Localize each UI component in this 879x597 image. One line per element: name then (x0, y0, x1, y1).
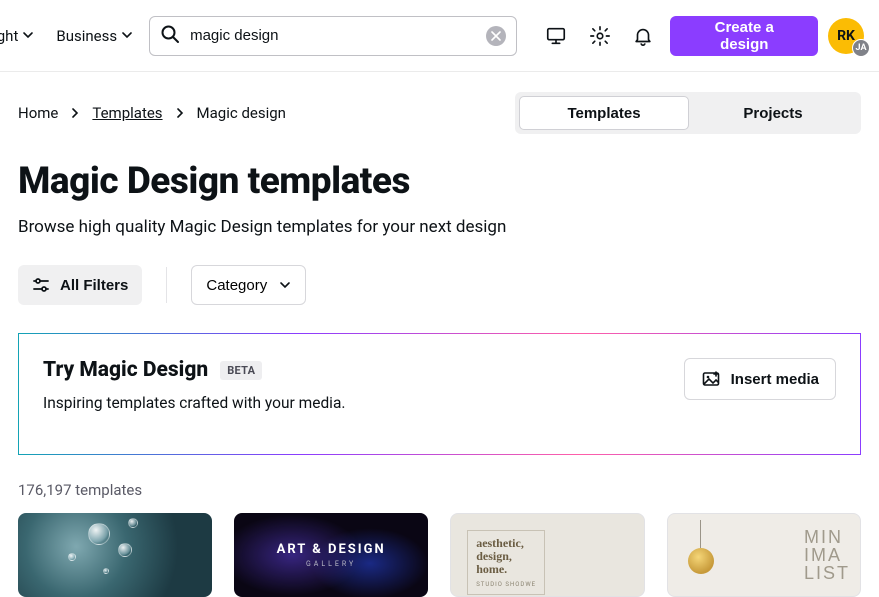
breadcrumb: Home Templates Magic design (18, 104, 286, 122)
search-icon (160, 24, 180, 48)
page-title: Magic Design templates (18, 160, 861, 203)
card-subtitle: GALLERY (277, 560, 386, 568)
category-dropdown[interactable]: Category (191, 265, 306, 305)
card-subtitle: STUDIO SHODWE (476, 581, 536, 588)
chevron-right-icon (175, 108, 185, 118)
search-box[interactable] (149, 16, 517, 56)
desktop-icon (545, 25, 567, 47)
card-line: LIST (804, 564, 850, 582)
insert-media-label: Insert media (731, 371, 819, 388)
chevron-down-icon (22, 27, 34, 45)
template-grid: ART & DESIGN GALLERY aesthetic, design, … (18, 513, 861, 597)
avatar-initials: RK (837, 28, 855, 44)
card-text: MIN IMA LIST (804, 528, 850, 582)
desktop-icon-button[interactable] (539, 19, 573, 53)
chevron-down-icon (279, 279, 291, 291)
chevron-down-icon (121, 27, 133, 45)
bell-icon (632, 25, 654, 47)
account-menu[interactable]: RK JA (828, 18, 864, 54)
close-icon (491, 31, 501, 41)
settings-button[interactable] (583, 19, 617, 53)
magic-design-card: Try Magic Design BETA Inspiring template… (18, 333, 861, 455)
nav-spotlight[interactable]: otlight (0, 27, 40, 45)
breadcrumb-home[interactable]: Home (18, 104, 58, 122)
avatar-badge-text: JA (856, 43, 867, 53)
magic-subtitle: Inspiring templates crafted with your me… (43, 394, 345, 412)
insert-media-button[interactable]: Insert media (684, 358, 836, 400)
nav-spotlight-label: otlight (0, 27, 18, 45)
card-title: ART & DESIGN (277, 542, 386, 557)
create-design-label: Create a design (688, 19, 800, 53)
magic-title: Try Magic Design (43, 358, 208, 382)
filters-icon (32, 276, 50, 294)
tab-projects[interactable]: Projects (689, 96, 857, 130)
gear-icon (589, 25, 611, 47)
top-header: otlight Business Create a design RK JA (0, 0, 879, 72)
beta-badge: BETA (220, 361, 262, 380)
breadcrumb-templates[interactable]: Templates (92, 104, 162, 122)
all-filters-label: All Filters (60, 277, 128, 294)
category-label: Category (206, 277, 267, 294)
card-line: MIN (804, 528, 850, 546)
chevron-right-icon (70, 108, 80, 118)
breadcrumb-current: Magic design (197, 104, 286, 122)
card-line: IMA (804, 546, 850, 564)
subheader: Home Templates Magic design Templates Pr… (18, 72, 861, 134)
create-design-button[interactable]: Create a design (670, 16, 818, 56)
filter-row: All Filters Category (18, 265, 861, 305)
clear-search-button[interactable] (486, 26, 506, 46)
all-filters-button[interactable]: All Filters (18, 265, 142, 305)
nav-business-label: Business (56, 27, 117, 45)
divider (166, 267, 167, 303)
view-toggle: Templates Projects (515, 92, 861, 134)
lamp-graphic (686, 520, 716, 590)
template-card[interactable]: aesthetic, design, home. STUDIO SHODWE (450, 513, 644, 597)
notifications-button[interactable] (627, 19, 661, 53)
page-subtitle: Browse high quality Magic Design templat… (18, 217, 861, 237)
search-input[interactable] (190, 27, 476, 44)
result-count: 176,197 templates (18, 481, 861, 499)
template-card[interactable]: MIN IMA LIST (667, 513, 861, 597)
avatar-badge: JA (852, 39, 870, 57)
template-card[interactable] (18, 513, 212, 597)
main-content: Home Templates Magic design Templates Pr… (0, 72, 879, 597)
image-plus-icon (701, 369, 721, 389)
template-card[interactable]: ART & DESIGN GALLERY (234, 513, 428, 597)
tab-templates[interactable]: Templates (519, 96, 689, 130)
nav-business[interactable]: Business (50, 27, 139, 45)
